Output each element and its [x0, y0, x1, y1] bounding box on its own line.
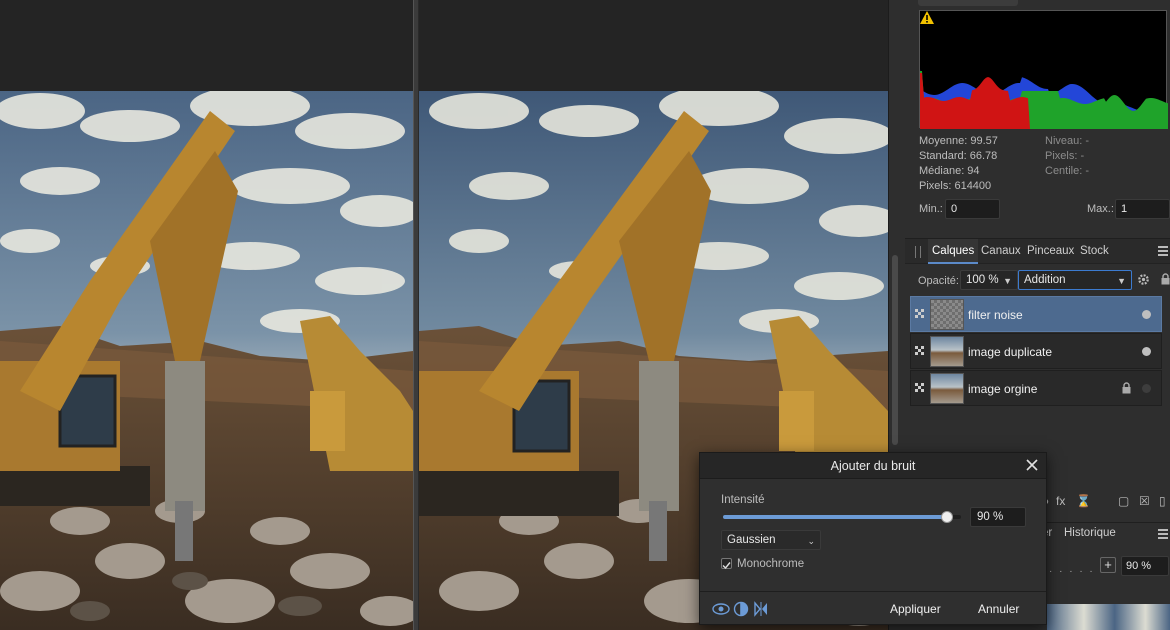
tab-calques[interactable]: Calques [928, 239, 979, 264]
tab-pinceaux[interactable]: Pinceaux [1023, 239, 1078, 264]
histogram-stats-right: Niveau: - Pixels: - Centile: - [1045, 134, 1089, 179]
folder-icon[interactable]: ▢ [1118, 494, 1129, 508]
intensity-slider[interactable] [723, 511, 961, 523]
layer-thumbnail [930, 336, 964, 367]
hourglass-icon[interactable]: ⌛ [1076, 494, 1091, 508]
panel-grip-icon[interactable] [915, 246, 921, 258]
intensity-value-input[interactable]: 90 % [970, 507, 1026, 527]
distribution-dropdown[interactable]: Gaussien ⌄ [721, 530, 821, 550]
cancel-button[interactable]: Annuler [970, 599, 1027, 619]
layer-visibility-toggle[interactable] [1142, 310, 1151, 319]
checkmark-icon [722, 562, 731, 570]
blend-mode-value: Addition [1024, 274, 1066, 286]
stat-level: Niveau: - [1045, 135, 1090, 147]
panel-menu-icon[interactable] [1158, 529, 1168, 539]
layer-row-image-duplicate[interactable]: image duplicate [910, 333, 1162, 369]
histogram-stats-left: Moyenne: 99.57 Standard: 66.78 Médiane: … [919, 134, 998, 194]
stat-percentile: Centile: - [1045, 165, 1090, 177]
histogram-channel-selector[interactable] [918, 0, 1018, 6]
max-input[interactable]: 1 [1115, 199, 1170, 219]
excavator-photo [0, 91, 413, 630]
max-label: Max.: [1087, 203, 1114, 215]
apply-button[interactable]: Appliquer [882, 599, 949, 619]
layer-grip-icon[interactable] [915, 309, 925, 319]
intensity-label: Intensité [721, 494, 765, 506]
delete-layer-icon[interactable]: ☒ [1139, 494, 1150, 508]
chevron-down-icon: ▼ [1117, 276, 1126, 286]
layer-visibility-toggle[interactable] [1142, 384, 1151, 393]
layer-row-image-orgine[interactable]: image orgine [910, 370, 1162, 406]
navigator-preview[interactable] [1047, 604, 1170, 630]
gear-icon[interactable] [1137, 273, 1150, 286]
dialog-title[interactable]: Ajouter du bruit [700, 453, 1046, 479]
layer-name: image duplicate [968, 345, 1053, 359]
dialog-divider [700, 591, 1046, 592]
tab-canaux[interactable]: Canaux [977, 239, 1025, 264]
tab-stock[interactable]: Stock [1076, 239, 1113, 264]
layer-grip-icon[interactable] [915, 383, 925, 393]
min-input[interactable]: 0 [945, 199, 1000, 219]
dock-scrollbar[interactable] [892, 255, 898, 445]
intensity-slider-fill [723, 515, 948, 519]
close-icon[interactable] [1026, 459, 1038, 471]
stat-pixels-cursor: Pixels: - [1045, 150, 1085, 162]
fx-icon[interactable]: fx [1056, 494, 1065, 508]
stat-pixels: Pixels: 614400 [919, 180, 992, 192]
opacity-label: Opacité: [918, 275, 959, 287]
monochrome-label: Monochrome [737, 558, 805, 570]
chevron-down-icon: ▼ [1003, 276, 1012, 286]
layers-panel-tabs: Calques Canaux Pinceaux Stock [905, 238, 1170, 264]
layer-row-filter-noise[interactable]: filter noise [910, 296, 1162, 332]
lock-icon[interactable] [1122, 382, 1131, 394]
tab-historique[interactable]: Historique [1064, 527, 1116, 539]
histogram-graph [919, 10, 1168, 129]
layer-grip-icon[interactable] [915, 346, 925, 356]
intensity-slider-handle[interactable] [941, 511, 954, 523]
chevron-down-icon: ⌄ [807, 536, 815, 546]
distribution-value: Gaussien [727, 534, 776, 546]
layer-visibility-toggle[interactable] [1142, 347, 1151, 356]
layer-name: image orgine [968, 382, 1038, 396]
zoom-slider[interactable]: · · · · · [1049, 566, 1095, 577]
min-label: Min.: [919, 203, 943, 215]
blend-mode-dropdown[interactable]: Addition ▼ [1018, 270, 1132, 290]
panel-menu-icon[interactable] [1158, 246, 1168, 256]
eye-preview-icon[interactable] [712, 601, 730, 617]
zoom-in-button[interactable]: + [1100, 557, 1116, 573]
layers-panel-toolbar: ● fx ⌛ ▢ ☒ ▯ [1042, 494, 1170, 514]
lock-icon[interactable] [1161, 273, 1170, 285]
navigator-zoom-row: · · · · · + 90 % [1045, 556, 1170, 577]
mirror-view-icon[interactable] [752, 601, 770, 617]
layer-thumbnail [930, 373, 964, 404]
zoom-value-input[interactable]: 90 % [1121, 556, 1169, 576]
split-view-before-pane[interactable] [0, 91, 413, 630]
stat-median: Médiane: 94 [919, 165, 980, 177]
history-panel-tabs: er Historique [1042, 522, 1170, 546]
layer-name: filter noise [968, 308, 1023, 322]
split-view-icon[interactable] [732, 601, 750, 617]
canvas-empty-area [0, 0, 888, 91]
opacity-dropdown[interactable]: 100 % ▼ [960, 270, 1018, 290]
add-noise-dialog: Ajouter du bruit Intensité 90 % Gaussien… [699, 452, 1047, 625]
warning-triangle-icon[interactable] [920, 11, 934, 24]
layer-thumbnail [930, 299, 964, 330]
stat-mean: Moyenne: 99.57 [919, 135, 998, 147]
stat-stddev: Standard: 66.78 [919, 150, 998, 162]
trash-icon[interactable]: ▯ [1159, 494, 1166, 508]
layer-opacity-row: Opacité: 100 % ▼ Addition ▼ [905, 268, 1170, 292]
monochrome-checkbox[interactable] [721, 558, 732, 570]
opacity-value: 100 % [966, 274, 999, 286]
